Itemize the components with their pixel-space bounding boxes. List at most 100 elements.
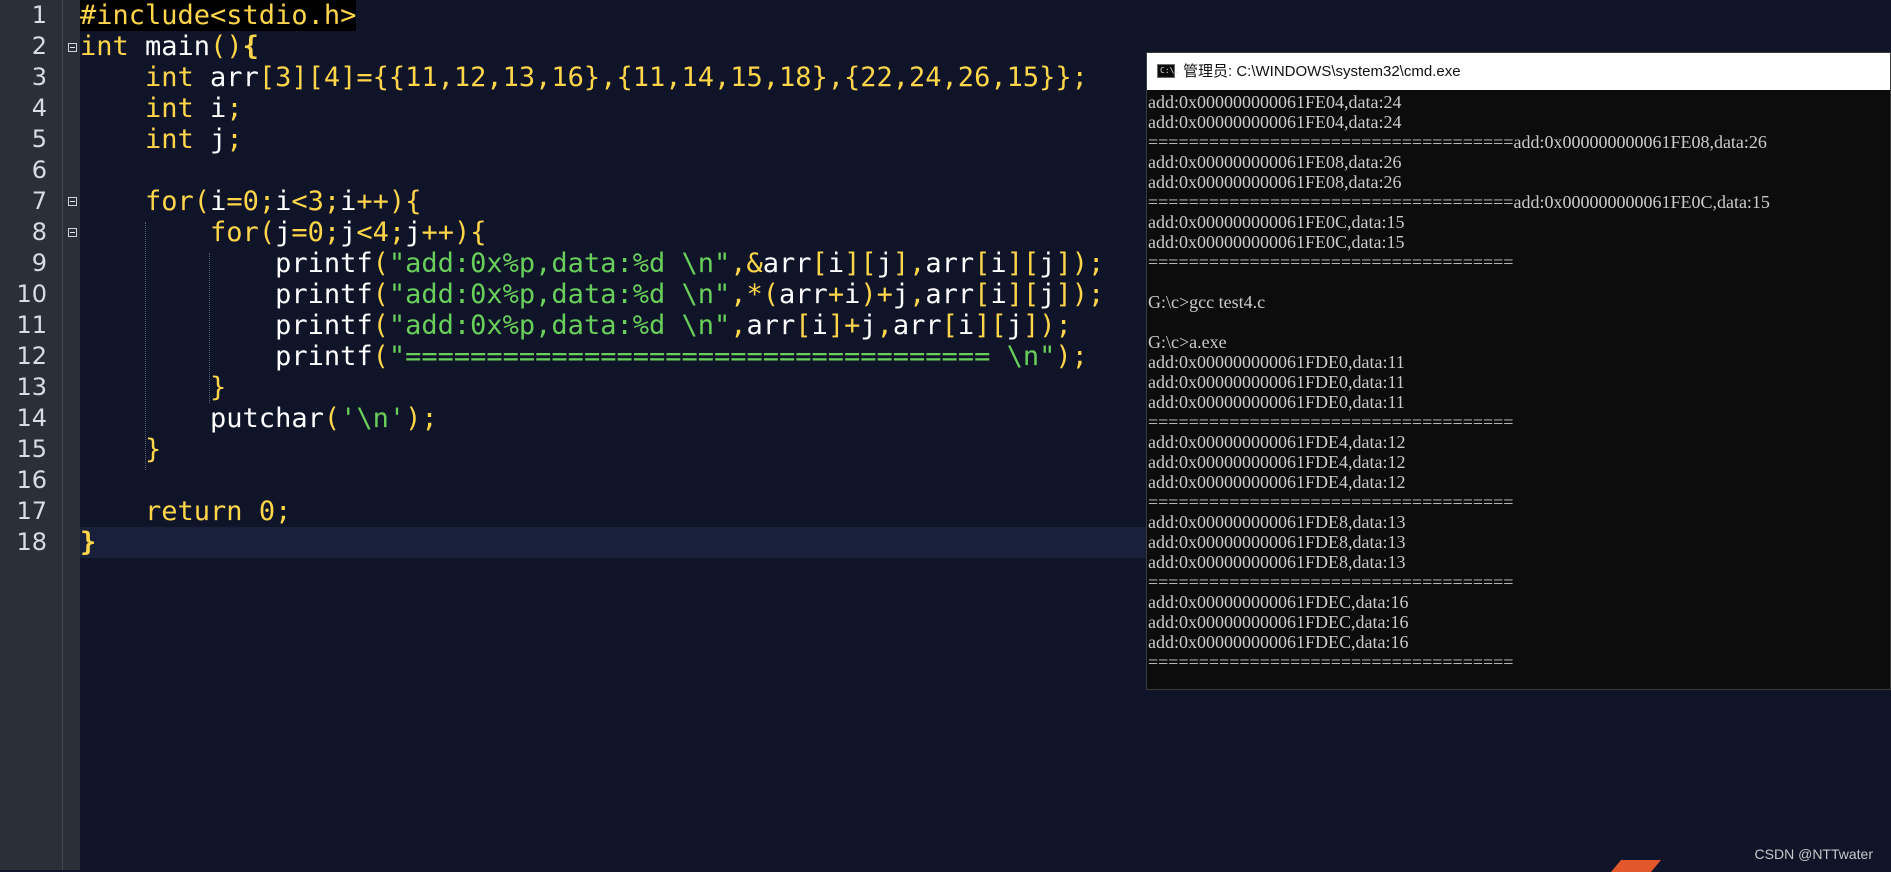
code-token: arr bbox=[193, 62, 259, 93]
code-line[interactable]: #include<stdio.h> bbox=[80, 0, 357, 31]
code-token: ; bbox=[226, 93, 243, 124]
code-token: j bbox=[275, 217, 292, 248]
code-token: =0; bbox=[291, 217, 341, 248]
code-token: ( bbox=[372, 341, 389, 372]
code-token: )+ bbox=[860, 279, 893, 310]
fold-toggle-inner-for[interactable] bbox=[68, 228, 77, 237]
code-token: + bbox=[827, 279, 845, 310]
console-line: add:0x000000000061FDEC,data:16 bbox=[1148, 592, 1409, 612]
code-token: [ bbox=[941, 310, 958, 341]
code-token: ( bbox=[193, 186, 211, 217]
console-line: add:0x000000000061FDE0,data:11 bbox=[1148, 372, 1405, 392]
code-line[interactable]: int j; bbox=[80, 124, 243, 155]
code-token: #include<stdio.h> bbox=[80, 0, 357, 31]
code-token: <4; bbox=[356, 217, 406, 248]
code-token: } bbox=[80, 527, 97, 558]
code-token: printf bbox=[80, 279, 373, 310]
code-token: for bbox=[80, 217, 259, 248]
code-line[interactable]: for(i=0;i<3;i++){ bbox=[80, 186, 421, 217]
code-token: printf bbox=[80, 248, 373, 279]
code-token: j bbox=[860, 310, 877, 341]
code-line[interactable]: printf("add:0x%p,data:%d \n",&arr[i][j],… bbox=[80, 248, 1104, 279]
code-token: "==================================== \n… bbox=[388, 341, 1056, 372]
line-number: 18 bbox=[16, 528, 47, 556]
console-line: add:0x000000000061FDEC,data:16 bbox=[1148, 612, 1409, 632]
fold-toggle-main[interactable] bbox=[68, 43, 77, 52]
code-token: j bbox=[1039, 248, 1056, 279]
code-token: ( bbox=[258, 217, 276, 248]
code-token: ; bbox=[226, 124, 243, 155]
line-number: 11 bbox=[16, 311, 47, 339]
cmd-title: 管理员: C:\WINDOWS\system32\cmd.exe bbox=[1183, 63, 1461, 80]
console-line: G:\c>gcc test4.c bbox=[1148, 292, 1266, 312]
code-line[interactable]: } bbox=[80, 527, 96, 558]
line-number: 9 bbox=[31, 249, 47, 277]
fold-toggle-outer-for[interactable] bbox=[68, 197, 77, 206]
line-number: 5 bbox=[31, 125, 47, 153]
code-token: printf bbox=[80, 310, 373, 341]
code-line[interactable]: } bbox=[80, 372, 226, 403]
code-token: } bbox=[80, 434, 162, 465]
console-line: add:0x000000000061FDE8,data:13 bbox=[1148, 512, 1406, 532]
code-token: , bbox=[730, 310, 747, 341]
code-token: i bbox=[957, 310, 975, 341]
code-line[interactable]: putchar('\n'); bbox=[80, 403, 438, 434]
console-line: ====================================add:… bbox=[1148, 132, 1767, 152]
console-line: add:0x000000000061FDE0,data:11 bbox=[1148, 352, 1405, 372]
code-token: arr bbox=[925, 279, 975, 310]
code-line[interactable]: int i; bbox=[80, 93, 243, 124]
console-line: ====================================add:… bbox=[1148, 192, 1770, 212]
console-line: add:0x000000000061FDE0,data:11 bbox=[1148, 392, 1405, 412]
console-line: add:0x000000000061FE04,data:24 bbox=[1148, 92, 1402, 112]
console-line: add:0x000000000061FE04,data:24 bbox=[1148, 112, 1402, 132]
code-token: [3][4]={{11,12,13,16},{11,14,15,18},{22,… bbox=[258, 62, 1088, 93]
code-line[interactable]: printf("add:0x%p,data:%d \n",*(arr+i)+j,… bbox=[80, 279, 1104, 310]
watermark: CSDN @NTTwater bbox=[1754, 846, 1873, 862]
code-token: () bbox=[210, 31, 243, 62]
cmd-output[interactable]: add:0x000000000061FE04,data:24 add:0x0000… bbox=[1147, 92, 1890, 687]
code-token: int bbox=[80, 124, 194, 155]
code-token: ]); bbox=[1055, 279, 1105, 310]
code-token: '\n' bbox=[340, 403, 406, 434]
code-token: ( bbox=[372, 279, 389, 310]
cmd-titlebar[interactable]: C:\. 管理员: C:\WINDOWS\system32\cmd.exe bbox=[1147, 53, 1890, 90]
code-token: "add:0x%p,data:%d \n" bbox=[388, 310, 731, 341]
code-token: i bbox=[811, 310, 828, 341]
console-line: add:0x000000000061FDEC,data:16 bbox=[1148, 632, 1409, 652]
code-line[interactable]: } bbox=[80, 434, 161, 465]
code-token: ]); bbox=[1022, 310, 1072, 341]
code-token: 0; bbox=[242, 496, 292, 527]
code-token: i bbox=[990, 248, 1007, 279]
code-token: i bbox=[193, 93, 227, 124]
taskbar-accent bbox=[1610, 860, 1662, 872]
code-token: main bbox=[128, 31, 211, 62]
code-token: for bbox=[80, 186, 194, 217]
cmd-window[interactable]: C:\. 管理员: C:\WINDOWS\system32\cmd.exe ad… bbox=[1146, 52, 1891, 690]
code-line[interactable]: int main(){ bbox=[80, 31, 259, 62]
code-token: j bbox=[1039, 279, 1056, 310]
console-line: add:0x000000000061FDE4,data:12 bbox=[1148, 432, 1406, 452]
line-number: 14 bbox=[16, 404, 47, 432]
code-token: ][ bbox=[974, 310, 1007, 341]
line-number: 16 bbox=[16, 466, 47, 494]
code-line[interactable]: printf("================================… bbox=[80, 341, 1088, 372]
code-token: [ bbox=[811, 248, 828, 279]
code-line[interactable]: int arr[3][4]={{11,12,13,16},{11,14,15,1… bbox=[80, 62, 1088, 93]
code-token: i bbox=[275, 186, 292, 217]
line-number: 7 bbox=[31, 187, 47, 215]
line-number: 15 bbox=[16, 435, 47, 463]
code-token: j bbox=[405, 217, 422, 248]
code-token: { bbox=[242, 31, 259, 62]
code-token: printf bbox=[80, 341, 373, 372]
line-number: 17 bbox=[16, 497, 47, 525]
code-token: j bbox=[1006, 310, 1023, 341]
code-token: "add:0x%p,data:%d \n" bbox=[388, 248, 731, 279]
code-line[interactable]: printf("add:0x%p,data:%d \n",arr[i]+j,ar… bbox=[80, 310, 1072, 341]
code-line[interactable]: return 0; bbox=[80, 496, 291, 527]
code-token: j bbox=[340, 217, 357, 248]
code-token: int bbox=[80, 31, 129, 62]
cmd-window-icon: C:\. bbox=[1157, 64, 1179, 78]
code-line[interactable]: for(j=0;j<4;j++){ bbox=[80, 217, 486, 248]
code-token: int bbox=[80, 62, 194, 93]
line-number: 12 bbox=[16, 342, 47, 370]
